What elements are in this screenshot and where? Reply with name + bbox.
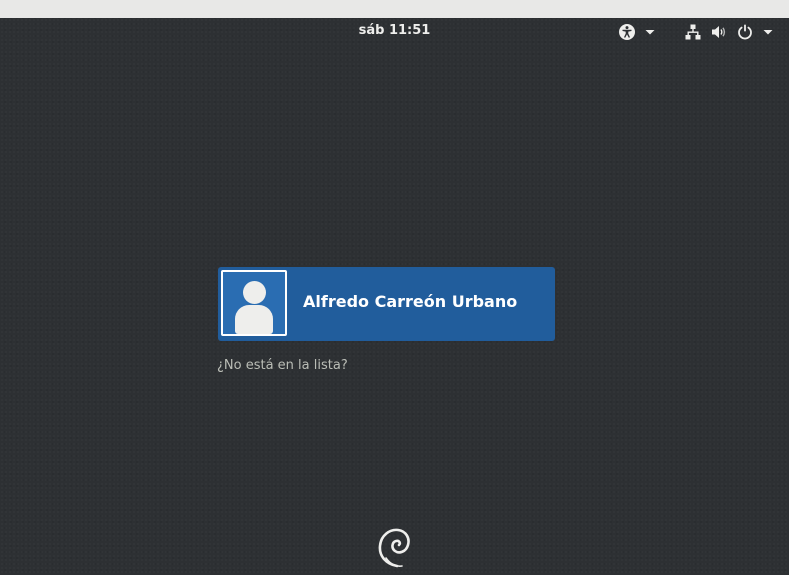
chevron-down-icon — [762, 26, 774, 38]
network-wired-icon — [684, 23, 702, 41]
volume-icon — [710, 23, 728, 41]
top-bar: sáb 11:51 — [0, 18, 789, 46]
not-listed-link[interactable]: ¿No está en la lista? — [217, 358, 348, 373]
chevron-down-icon — [644, 26, 656, 38]
login-screen: sáb 11:51 Alfredo Carreón Urbano ¿No est… — [0, 18, 789, 575]
user-name-label: Alfredo Carreón Urbano — [303, 292, 518, 311]
clock-label[interactable]: sáb 11:51 — [0, 23, 789, 38]
debian-logo-icon — [376, 524, 412, 568]
power-icon — [736, 23, 754, 41]
user-list-item[interactable]: Alfredo Carreón Urbano — [218, 267, 555, 341]
avatar — [221, 270, 287, 336]
accessibility-icon — [618, 23, 636, 41]
user-avatar-icon — [243, 281, 266, 304]
system-menu[interactable] — [684, 23, 774, 41]
accessibility-menu[interactable] — [618, 23, 656, 41]
host-window-strip — [0, 0, 789, 18]
